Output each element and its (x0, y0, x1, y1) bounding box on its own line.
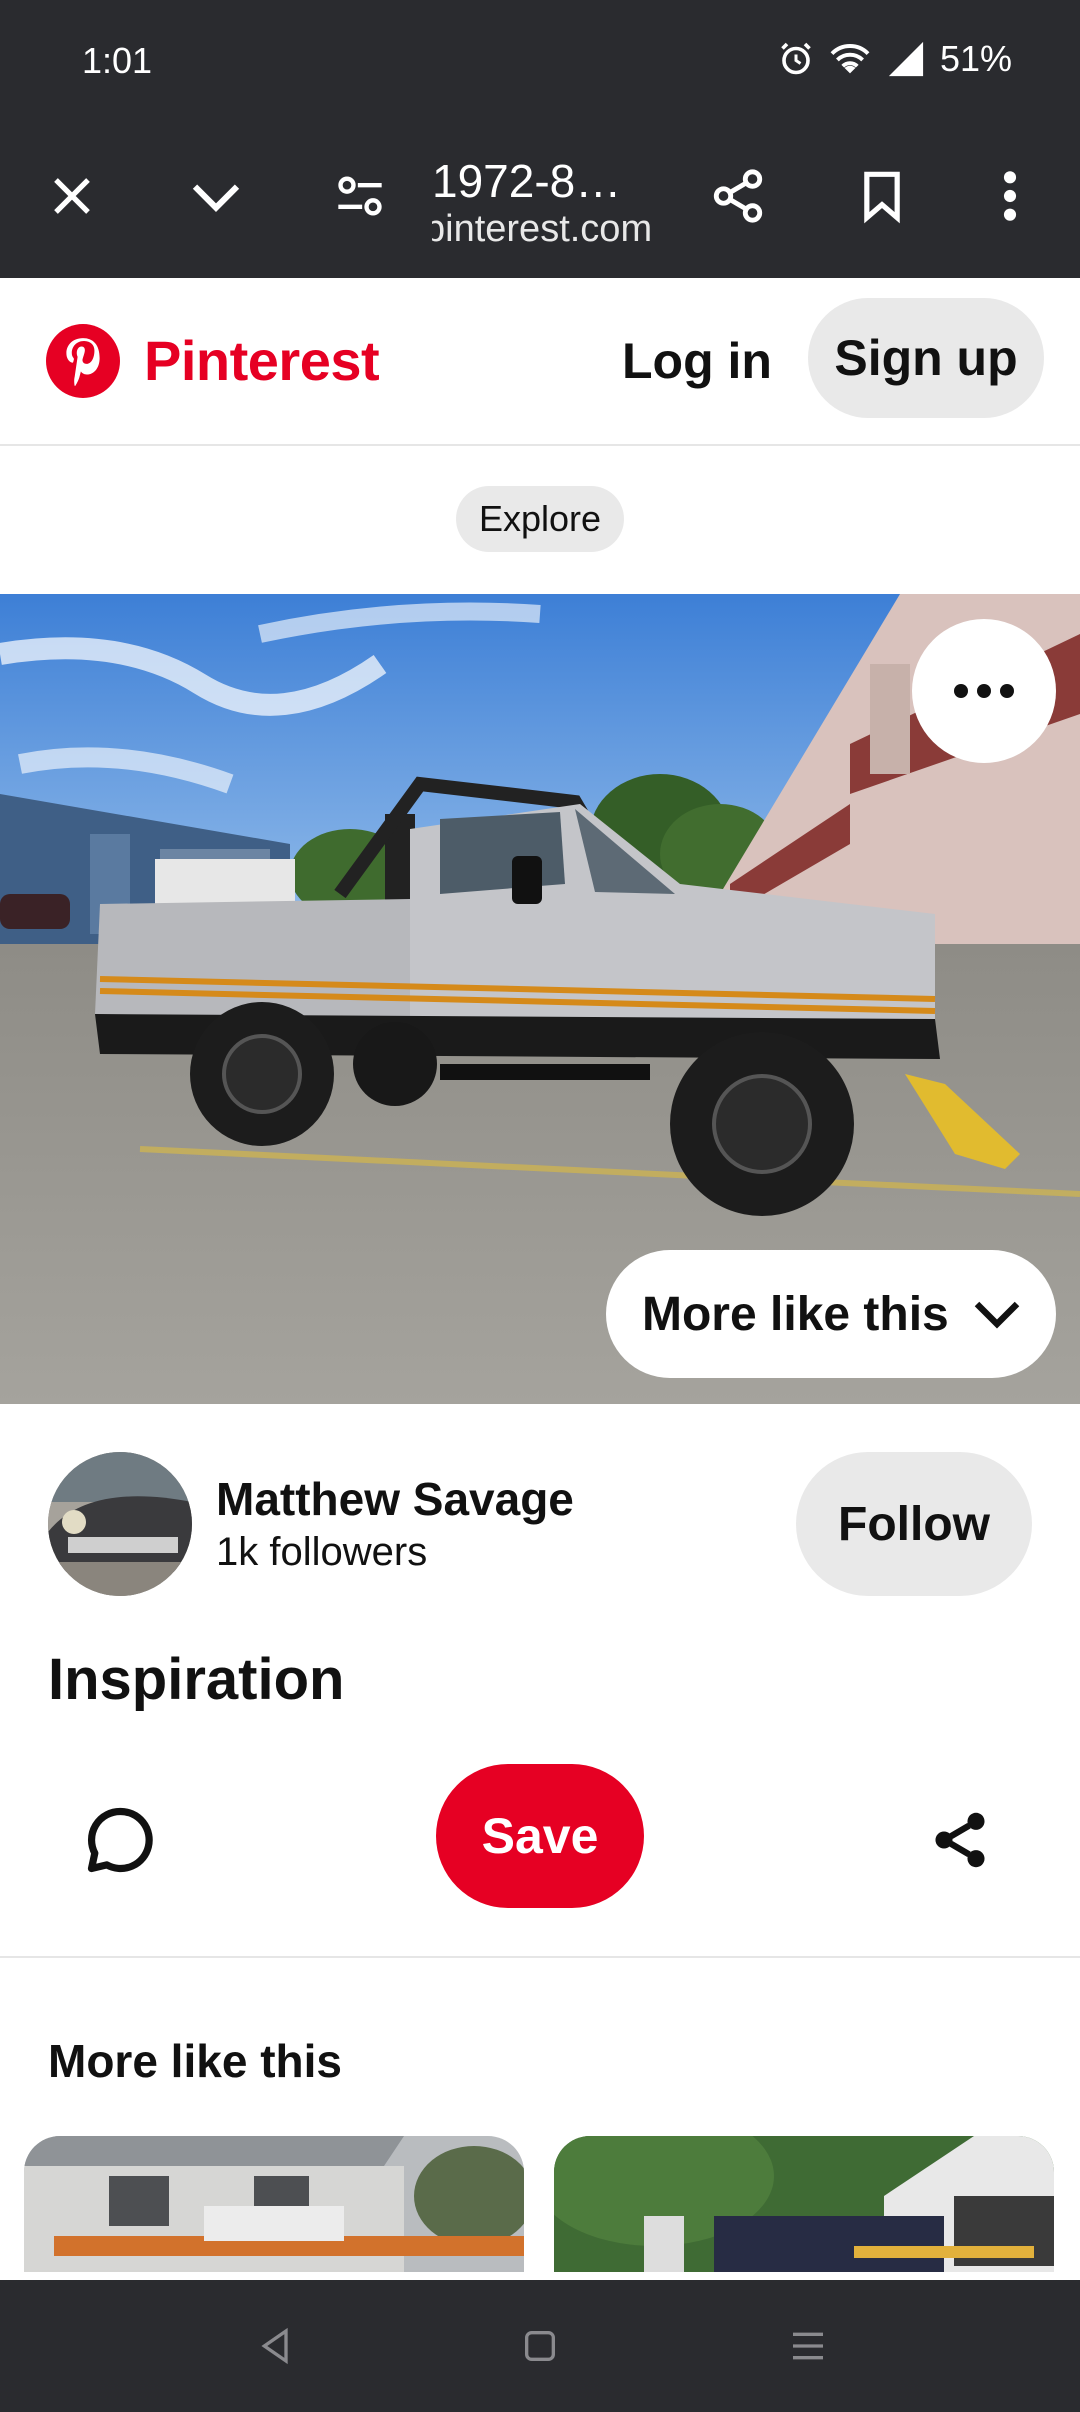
related-pin-thumbnail[interactable] (554, 2136, 1054, 2272)
home-icon[interactable] (504, 2310, 576, 2382)
more-options-button[interactable] (912, 619, 1056, 763)
close-icon[interactable] (40, 164, 104, 228)
back-icon[interactable] (240, 2310, 312, 2382)
pinterest-logo-icon[interactable] (46, 324, 120, 398)
share-icon[interactable] (920, 1800, 1000, 1880)
login-button[interactable]: Log in (622, 332, 772, 390)
status-icons: 51% (778, 38, 1012, 80)
share-icon[interactable] (706, 164, 770, 228)
alarm-icon (781, 42, 811, 75)
signal-icon (888, 41, 924, 77)
recents-icon[interactable] (772, 2310, 844, 2382)
avatar[interactable] (48, 1452, 192, 1596)
follow-button[interactable]: Follow (796, 1452, 1032, 1596)
site-header: Pinterest Log in Sign up (0, 278, 1080, 446)
comment-icon[interactable] (80, 1800, 160, 1880)
chevron-down-icon[interactable] (184, 164, 248, 228)
url-domain: pinterest.com (432, 208, 653, 250)
overflow-menu-icon[interactable] (978, 164, 1042, 228)
related-pin-thumbnail[interactable] (24, 2136, 524, 2272)
url-box[interactable]: 1972-8… pinterest.com (432, 136, 672, 266)
ellipsis-icon (954, 684, 1014, 698)
chevron-down-icon (974, 1301, 1020, 1329)
wifi-icon (830, 44, 870, 74)
status-bar: 1:01 51% (0, 0, 1080, 124)
page-title: 1972-8… (432, 155, 622, 207)
more-like-this-button[interactable]: More like this (606, 1250, 1056, 1378)
site-settings-icon[interactable] (328, 164, 392, 228)
more-like-this-heading: More like this (48, 2035, 342, 2087)
divider (0, 1956, 1080, 1958)
signup-button[interactable]: Sign up (808, 298, 1044, 418)
brand-name[interactable]: Pinterest (144, 328, 380, 393)
pin-title: Inspiration (48, 1647, 345, 1712)
explore-chip[interactable]: Explore (456, 486, 624, 552)
system-navigation-bar (0, 2280, 1080, 2412)
browser-toolbar: 1972-8… pinterest.com (0, 124, 1080, 278)
more-like-this-label: More like this (642, 1287, 949, 1341)
battery-percent: 51% (939, 38, 1012, 79)
creator-name[interactable]: Matthew Savage (216, 1472, 574, 1526)
save-button[interactable]: Save (436, 1764, 644, 1908)
status-time: 1:01 (82, 40, 153, 81)
bookmark-icon[interactable] (850, 164, 914, 228)
follower-count: 1k followers (216, 1530, 428, 1574)
